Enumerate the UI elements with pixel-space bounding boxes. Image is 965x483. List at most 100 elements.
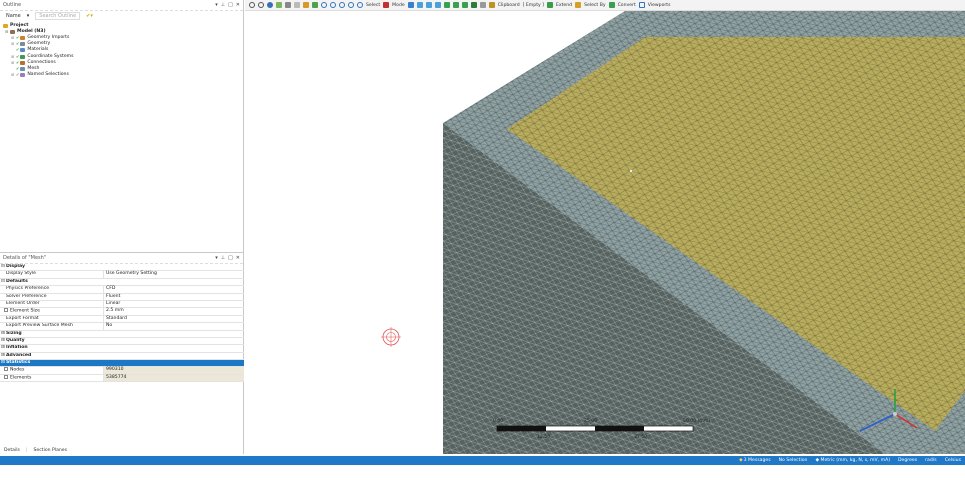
details-title-bar: Details of "Mesh" ▾ ⊥ □ ✕ (0, 253, 243, 264)
select-element-icon[interactable] (443, 2, 450, 8)
pan-icon[interactable] (276, 2, 282, 8)
messages-indicator[interactable]: ◆3 Messages (739, 458, 770, 463)
pin-icon[interactable]: ⊥ (221, 2, 225, 8)
pin-icon[interactable]: ⊥ (221, 255, 225, 261)
select-element-face-icon[interactable] (461, 2, 468, 8)
message-icon: ◆ (739, 458, 743, 463)
project-icon (3, 24, 8, 29)
outline-title-bar: Outline ▾ ⊥ □ ✕ (0, 0, 243, 11)
outline-search-row: Name ▾ Search Outline ✔▾ (0, 11, 243, 21)
mode-dropdown[interactable]: Mode (392, 3, 405, 8)
clipboard-status: [ Empty ] (522, 2, 544, 8)
rotate-icon[interactable] (267, 2, 273, 8)
viewports-dropdown[interactable]: Viewports (648, 3, 671, 8)
select-node-icon[interactable] (452, 2, 459, 8)
pick-point-marker (629, 169, 633, 173)
panel-menu-icon[interactable]: ▾ (215, 2, 218, 8)
prop-element-size[interactable]: Element Size 2.5 mm (0, 308, 244, 316)
zoom-out-icon[interactable] (258, 2, 264, 8)
maximize-icon[interactable]: □ (228, 2, 233, 8)
close-icon[interactable]: ✕ (236, 2, 240, 8)
parameter-checkbox[interactable] (4, 308, 8, 313)
prop-export-preview[interactable]: Export Preview Surface Mesh No (0, 323, 244, 331)
check-icon: ✔ (16, 65, 20, 71)
panel-menu-icon[interactable]: ▾ (215, 255, 218, 261)
parameter-checkbox[interactable] (4, 367, 8, 372)
select-by-dropdown[interactable]: Select By (584, 3, 606, 8)
convert-icon[interactable] (608, 2, 615, 8)
mechanical-app: Outline ▾ ⊥ □ ✕ Name ▾ Search Outline ✔▾… (0, 0, 965, 483)
tree-item-named-selections[interactable]: ⊞ ✔ Named Selections (3, 72, 240, 78)
tab-details[interactable]: Details (3, 448, 21, 453)
section-defaults[interactable]: ⊟Defaults (0, 279, 244, 287)
check-icon: ✔ (16, 47, 20, 53)
fit-icon[interactable] (285, 2, 291, 8)
coordinate-systems-icon (20, 54, 26, 59)
prop-display-style[interactable]: Display Style Use Geometry Setting (0, 271, 244, 279)
name-filter-label[interactable]: Name (6, 13, 21, 19)
section-inflation[interactable]: ⊞Inflation (0, 345, 244, 353)
axis-triad-icon[interactable] (303, 2, 309, 8)
maximize-icon[interactable]: □ (228, 255, 233, 261)
geometry-imports-icon (20, 36, 26, 41)
temperature-units[interactable]: Celsius (945, 458, 961, 463)
check-icon: ✔ (16, 53, 20, 59)
outline-title: Outline (3, 2, 22, 8)
select-face-icon[interactable] (425, 2, 432, 8)
geometry-icon (20, 42, 26, 47)
filter-icon[interactable] (479, 2, 486, 8)
extend-dropdown[interactable]: Extend (556, 3, 572, 8)
close-icon[interactable]: ✕ (236, 255, 240, 261)
look-at-icon[interactable] (312, 2, 318, 8)
expand-tree-icon[interactable]: ✔▾ (86, 13, 93, 19)
tab-section-planes[interactable]: Section Planes (33, 448, 69, 453)
zoom-icon[interactable] (249, 2, 255, 8)
select-by-icon[interactable] (575, 2, 582, 8)
outline-panel: Outline ▾ ⊥ □ ✕ Name ▾ Search Outline ✔▾… (0, 0, 244, 252)
select-button[interactable]: Select (366, 3, 380, 8)
parameter-checkbox[interactable] (4, 374, 8, 379)
prop-solver-preference[interactable]: Solver Preference Fluent (0, 293, 244, 301)
previous-view-icon[interactable] (357, 2, 363, 8)
iso-view-icon[interactable] (294, 2, 300, 8)
graphics-viewport[interactable]: 0.00 25.00 50.00 (mm) 12.50 37.50 (245, 11, 965, 454)
mesh-canvas[interactable] (245, 11, 965, 454)
angular-velocity-units[interactable]: rad/s (925, 458, 937, 463)
named-selections-icon (20, 72, 26, 77)
scale-tick-12: 12.50 (537, 435, 551, 440)
scale-tick-0: 0.00 (493, 419, 504, 424)
clipboard-dropdown[interactable]: Clipboard (498, 3, 520, 8)
search-input[interactable]: Search Outline (35, 12, 81, 20)
angle-units[interactable]: Degrees (898, 458, 917, 463)
section-sizing[interactable]: ⊞Sizing (0, 331, 244, 338)
details-title: Details of "Mesh" (3, 255, 47, 261)
select-edge-icon[interactable] (416, 2, 423, 8)
prop-elements[interactable]: Elements 5385774 (0, 374, 244, 383)
select-body-icon[interactable] (434, 2, 441, 8)
zoom-box-icon[interactable] (330, 2, 336, 8)
check-icon: ✔ (16, 59, 20, 65)
extend-icon[interactable] (546, 2, 553, 8)
cursor-icon[interactable] (383, 2, 390, 8)
zoom-to-fit-icon[interactable] (321, 2, 327, 8)
selection-status: No Selection (778, 458, 808, 463)
convert-dropdown[interactable]: Convert (618, 3, 636, 8)
prop-export-format[interactable]: Export Format Standard (0, 315, 244, 324)
prop-nodes[interactable]: Nodes 990310 (0, 367, 244, 375)
viewports-icon[interactable] (638, 2, 645, 8)
magnifier-icon[interactable] (348, 2, 354, 8)
check-icon: ✔ (16, 71, 20, 77)
section-advanced[interactable]: ⊞Advanced (0, 353, 244, 361)
details-grid: ⊟Display Display Style Use Geometry Sett… (0, 264, 244, 383)
section-quality[interactable]: ⊞Quality (0, 338, 244, 346)
check-icon: ✔ (16, 41, 20, 47)
unit-system[interactable]: ◆ Metric (mm, kg, N, s, mV, mA) (815, 458, 890, 463)
model-icon (10, 30, 15, 35)
clipboard-icon[interactable] (488, 2, 495, 8)
select-vertex-icon[interactable] (407, 2, 414, 8)
zoom-in-icon[interactable] (339, 2, 345, 8)
mesh-select-icon[interactable] (470, 2, 477, 8)
rotation-center-icon[interactable] (381, 327, 401, 347)
prop-physics-preference[interactable]: Physics Preference CFD (0, 286, 244, 294)
chevron-down-icon[interactable]: ▾ (27, 13, 30, 19)
